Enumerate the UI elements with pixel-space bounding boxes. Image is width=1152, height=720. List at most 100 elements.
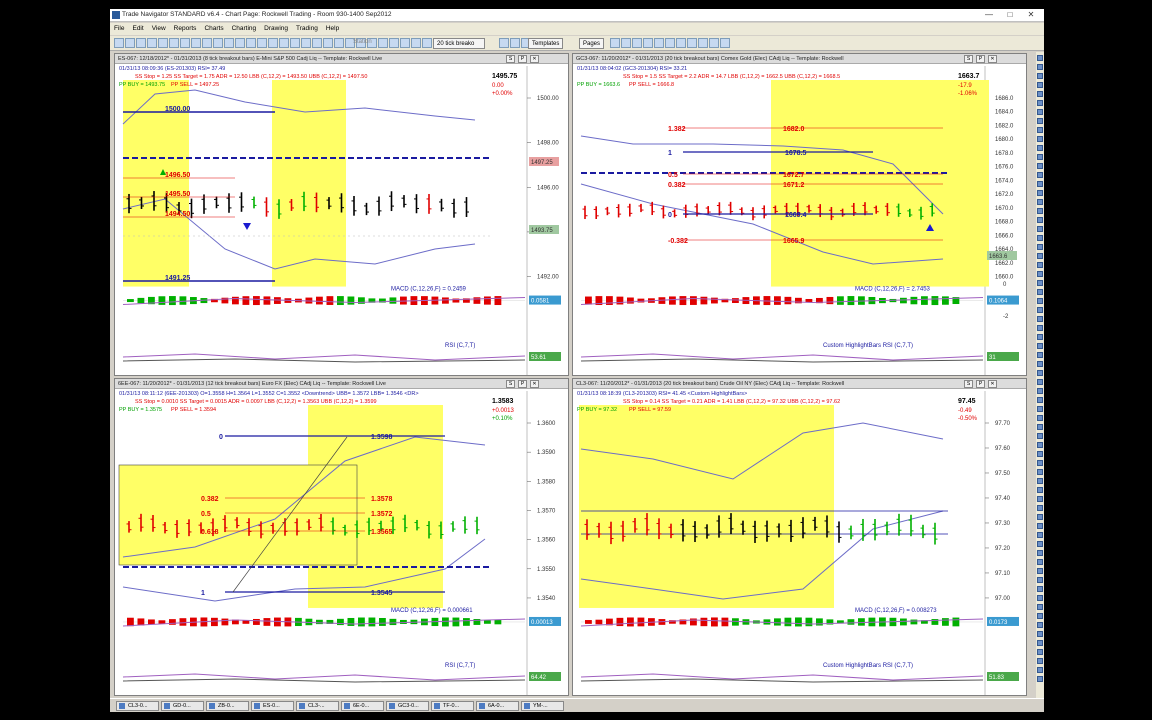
sidebar-tool-icon[interactable] (1037, 91, 1043, 97)
sidebar-tool-icon[interactable] (1037, 154, 1043, 160)
toolbar-button-icon[interactable] (334, 38, 344, 48)
sidebar-tool-icon[interactable] (1037, 181, 1043, 187)
toolbar-button-icon[interactable] (422, 38, 432, 48)
toolbar-button-icon[interactable] (621, 38, 631, 48)
sidebar-tool-icon[interactable] (1037, 136, 1043, 142)
sidebar-tool-icon[interactable] (1037, 118, 1043, 124)
menu-trading[interactable]: Trading (292, 23, 322, 35)
toolbar-button-icon[interactable] (301, 38, 311, 48)
sidebar-tool-icon[interactable] (1037, 640, 1043, 646)
sidebar-tool-icon[interactable] (1037, 514, 1043, 520)
toolbar-button-icon[interactable] (499, 38, 509, 48)
sidebar-tool-icon[interactable] (1037, 613, 1043, 619)
sidebar-tool-icon[interactable] (1037, 604, 1043, 610)
maximize-icon[interactable]: □ (999, 9, 1021, 21)
sidebar-tool-icon[interactable] (1037, 379, 1043, 385)
toolbar-button-icon[interactable] (279, 38, 289, 48)
menu-edit[interactable]: Edit (128, 23, 147, 35)
close-icon[interactable]: ✕ (1020, 9, 1042, 21)
sidebar-tool-icon[interactable] (1037, 496, 1043, 502)
sidebar-tool-icon[interactable] (1037, 289, 1043, 295)
sidebar-tool-icon[interactable] (1037, 172, 1043, 178)
menu-file[interactable]: File (110, 23, 128, 35)
toolbar-button-icon[interactable] (665, 38, 675, 48)
sidebar-tool-icon[interactable] (1037, 442, 1043, 448)
toolbar-button-icon[interactable] (125, 38, 135, 48)
menu-reports[interactable]: Reports (170, 23, 201, 35)
chart-tab[interactable]: 6A-0... (476, 701, 519, 711)
sidebar-tool-icon[interactable] (1037, 73, 1043, 79)
menu-charting[interactable]: Charting (228, 23, 261, 35)
toolbar-button-icon[interactable] (323, 38, 333, 48)
toolbar-button-icon[interactable] (698, 38, 708, 48)
sidebar-tool-icon[interactable] (1037, 280, 1043, 286)
sidebar-tool-icon[interactable] (1037, 271, 1043, 277)
chart-tab[interactable]: YM-... (521, 701, 564, 711)
toolbar-button-icon[interactable] (202, 38, 212, 48)
menu-charts[interactable]: Charts (200, 23, 227, 35)
sidebar-tool-icon[interactable] (1037, 100, 1043, 106)
sidebar-tool-icon[interactable] (1037, 559, 1043, 565)
sidebar-tool-icon[interactable] (1037, 424, 1043, 430)
sidebar-tool-icon[interactable] (1037, 370, 1043, 376)
sidebar-tool-icon[interactable] (1037, 478, 1043, 484)
sidebar-tool-icon[interactable] (1037, 676, 1043, 682)
sidebar-tool-icon[interactable] (1037, 109, 1043, 115)
sidebar-tool-icon[interactable] (1037, 649, 1043, 655)
toolbar-button-icon[interactable] (169, 38, 179, 48)
sidebar-tool-icon[interactable] (1037, 577, 1043, 583)
sidebar-tool-icon[interactable] (1037, 568, 1043, 574)
sidebar-tool-icon[interactable] (1037, 208, 1043, 214)
sidebar-tool-icon[interactable] (1037, 532, 1043, 538)
chart-canvas[interactable]: 1500.001498.001496.001494.001492.001495.… (115, 54, 569, 376)
sidebar-tool-icon[interactable] (1037, 541, 1043, 547)
chart-tab[interactable]: ZB-0... (206, 701, 249, 711)
toolbar-button-icon[interactable] (224, 38, 234, 48)
toolbar-button-icon[interactable] (268, 38, 278, 48)
toolbar-button-icon[interactable] (312, 38, 322, 48)
sidebar-tool-icon[interactable] (1037, 595, 1043, 601)
sidebar-tool-icon[interactable] (1037, 658, 1043, 664)
templates-button[interactable]: Templates (528, 38, 564, 49)
toolbar-button-icon[interactable] (400, 38, 410, 48)
sidebar-tool-icon[interactable] (1037, 388, 1043, 394)
sidebar-tool-icon[interactable] (1037, 487, 1043, 493)
sidebar-tool-icon[interactable] (1037, 199, 1043, 205)
sidebar-tool-icon[interactable] (1037, 352, 1043, 358)
sidebar-tool-icon[interactable] (1037, 163, 1043, 169)
toolbar-button-icon[interactable] (687, 38, 697, 48)
sidebar-tool-icon[interactable] (1037, 622, 1043, 628)
chart-tab[interactable]: CL3-0... (116, 701, 159, 711)
sidebar-tool-icon[interactable] (1037, 550, 1043, 556)
sidebar-tool-icon[interactable] (1037, 217, 1043, 223)
sidebar-tool-icon[interactable] (1037, 253, 1043, 259)
toolbar-button-icon[interactable] (180, 38, 190, 48)
chart-canvas[interactable]: 1686.0 1684.0 1682.0 1680.0 1678.0 1676.0 1674… (573, 54, 1027, 376)
sidebar-tool-icon[interactable] (1037, 406, 1043, 412)
sidebar-tool-icon[interactable] (1037, 64, 1043, 70)
sidebar-tool-icon[interactable] (1037, 55, 1043, 61)
toolbar-button-icon[interactable] (510, 38, 520, 48)
toolbar-button-icon[interactable] (213, 38, 223, 48)
bar-type-select[interactable]: 20 tick breako (433, 38, 485, 49)
toolbar-button-icon[interactable] (246, 38, 256, 48)
menu-help[interactable]: Help (322, 23, 343, 35)
toolbar-button-icon[interactable] (720, 38, 730, 48)
sidebar-tool-icon[interactable] (1037, 298, 1043, 304)
toolbar-button-icon[interactable] (257, 38, 267, 48)
toolbar-button-icon[interactable] (378, 38, 388, 48)
sidebar-tool-icon[interactable] (1037, 262, 1043, 268)
chart-tab[interactable]: CL3-... (296, 701, 339, 711)
chart-tab[interactable]: GC3-0... (386, 701, 429, 711)
sidebar-tool-icon[interactable] (1037, 190, 1043, 196)
chart-canvas[interactable]: 1.3600 1.3590 1.3580 1.3570 1.3560 1.3550 1.35… (115, 379, 569, 696)
sidebar-tool-icon[interactable] (1037, 343, 1043, 349)
sidebar-tool-icon[interactable] (1037, 334, 1043, 340)
pages-button[interactable]: Pages (579, 38, 605, 49)
sidebar-tool-icon[interactable] (1037, 631, 1043, 637)
toolbar-button-icon[interactable] (654, 38, 664, 48)
sidebar-tool-icon[interactable] (1037, 325, 1043, 331)
sidebar-tool-icon[interactable] (1037, 469, 1043, 475)
menu-view[interactable]: View (148, 23, 170, 35)
sidebar-tool-icon[interactable] (1037, 316, 1043, 322)
